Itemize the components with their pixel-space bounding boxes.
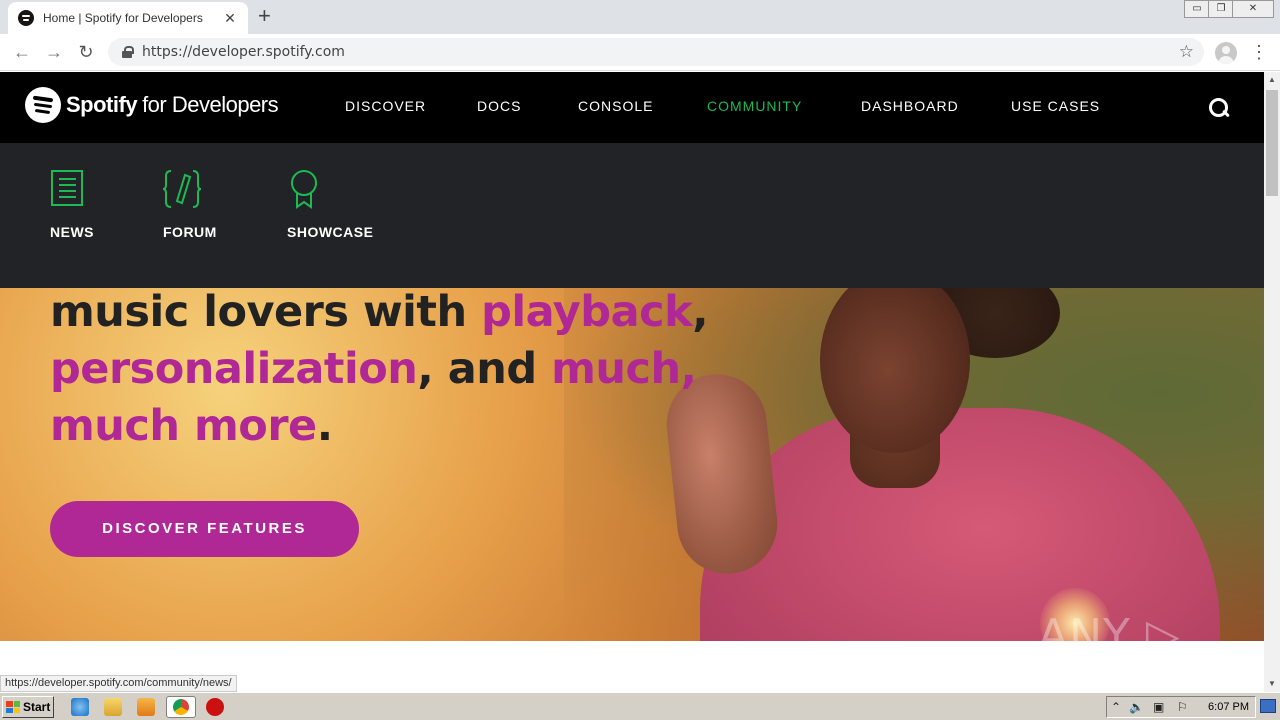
restore-button[interactable]: ❐ xyxy=(1208,0,1234,18)
spotify-favicon-icon xyxy=(18,10,34,26)
system-tray: ⌃ 🔈 ▣ ⚐ 6:07 PM xyxy=(1106,696,1256,718)
scroll-down-icon[interactable]: ▼ xyxy=(1264,676,1280,692)
spotify-developers-logo[interactable]: Spotify for Developers xyxy=(25,87,279,123)
profile-avatar-icon[interactable] xyxy=(1215,42,1237,64)
chrome-taskbar-button[interactable] xyxy=(166,696,196,718)
close-window-button[interactable]: ✕ xyxy=(1232,0,1274,18)
bookmark-star-icon[interactable]: ☆ xyxy=(1179,42,1194,62)
spotify-logo-icon xyxy=(25,87,61,123)
page-scrollbar[interactable]: ▲ ▼ xyxy=(1264,72,1280,692)
chrome-icon xyxy=(173,699,189,715)
browser-toolbar: ← → ↻ https://developer.spotify.com ☆ ⋮ xyxy=(0,34,1280,71)
browser-tab[interactable]: Home | Spotify for Developers ✕ xyxy=(8,2,248,34)
forward-button[interactable]: → xyxy=(42,41,66,63)
nav-discover[interactable]: DISCOVER xyxy=(345,98,426,114)
volume-icon[interactable]: 🔈 xyxy=(1129,700,1144,714)
search-icon[interactable] xyxy=(1207,96,1231,120)
flag-icon[interactable]: ⚐ xyxy=(1177,700,1188,714)
browser-menu-icon[interactable]: ⋮ xyxy=(1250,42,1268,63)
file-explorer-icon[interactable] xyxy=(104,698,122,716)
award-icon xyxy=(291,170,317,209)
scroll-up-icon[interactable]: ▲ xyxy=(1264,72,1280,88)
network-icon[interactable]: ▣ xyxy=(1153,700,1164,714)
brand-name: Spotify xyxy=(66,92,138,117)
start-label: Start xyxy=(23,700,51,714)
tab-close-icon[interactable]: ✕ xyxy=(222,10,238,27)
submenu-label-news: NEWS xyxy=(50,224,94,240)
community-submenu: NEWS FORUM SHOWCASE xyxy=(0,143,1264,288)
page-viewport: Spotify for Developers DISCOVER DOCS CON… xyxy=(0,72,1264,692)
url-text[interactable]: https://developer.spotify.com xyxy=(142,44,345,60)
internet-explorer-icon[interactable] xyxy=(71,698,89,716)
nav-docs[interactable]: DOCS xyxy=(477,98,521,114)
address-bar[interactable]: https://developer.spotify.com ☆ xyxy=(108,38,1204,66)
link-status-bar: https://developer.spotify.com/community/… xyxy=(0,675,237,692)
new-tab-button[interactable]: + xyxy=(258,5,271,27)
windows-taskbar: Start ⌃ 🔈 ▣ ⚐ 6:07 PM xyxy=(0,692,1280,720)
tab-title: Home | Spotify for Developers xyxy=(43,11,203,25)
nav-console[interactable]: CONSOLE xyxy=(578,98,653,114)
nav-dashboard[interactable]: DASHBOARD xyxy=(861,98,959,114)
nav-community[interactable]: COMMUNITY xyxy=(707,98,802,114)
submenu-label-showcase: SHOWCASE xyxy=(287,224,374,240)
media-player-icon[interactable] xyxy=(137,698,155,716)
submenu-item-forum[interactable]: FORUM xyxy=(162,169,217,240)
hero-headline: music lovers with playback, personalizat… xyxy=(50,288,709,451)
scroll-thumb[interactable] xyxy=(1266,90,1278,196)
brand-suffix: for Developers xyxy=(142,92,279,117)
lock-icon xyxy=(122,46,134,58)
minimize-button[interactable]: ▭ xyxy=(1184,0,1210,18)
forum-icon xyxy=(162,170,202,208)
back-button[interactable]: ← xyxy=(10,41,34,63)
newspaper-icon xyxy=(51,170,83,206)
discover-features-button[interactable]: DISCOVER FEATURES xyxy=(50,501,359,557)
reload-button[interactable]: ↻ xyxy=(74,41,98,63)
clock: 6:07 PM xyxy=(1208,701,1249,713)
start-button[interactable]: Start xyxy=(2,696,54,718)
nav-use-cases[interactable]: USE CASES xyxy=(1011,98,1100,114)
antivirus-icon[interactable] xyxy=(206,698,224,716)
anyrun-watermark: ANY ▷ RUN xyxy=(1038,610,1181,692)
tray-expand-icon[interactable]: ⌃ xyxy=(1111,700,1121,714)
windows-logo-icon xyxy=(6,701,20,713)
submenu-item-showcase[interactable]: SHOWCASE xyxy=(287,169,373,240)
site-header: Spotify for Developers DISCOVER DOCS CON… xyxy=(0,72,1264,143)
hero-banner: music lovers with playback, personalizat… xyxy=(0,288,1264,641)
show-desktop-icon[interactable] xyxy=(1260,699,1276,713)
browser-tab-strip: Home | Spotify for Developers ✕ + ▭ ❐ ✕ xyxy=(0,0,1280,34)
submenu-item-news[interactable]: NEWS xyxy=(50,169,94,240)
submenu-label-forum: FORUM xyxy=(163,224,217,240)
